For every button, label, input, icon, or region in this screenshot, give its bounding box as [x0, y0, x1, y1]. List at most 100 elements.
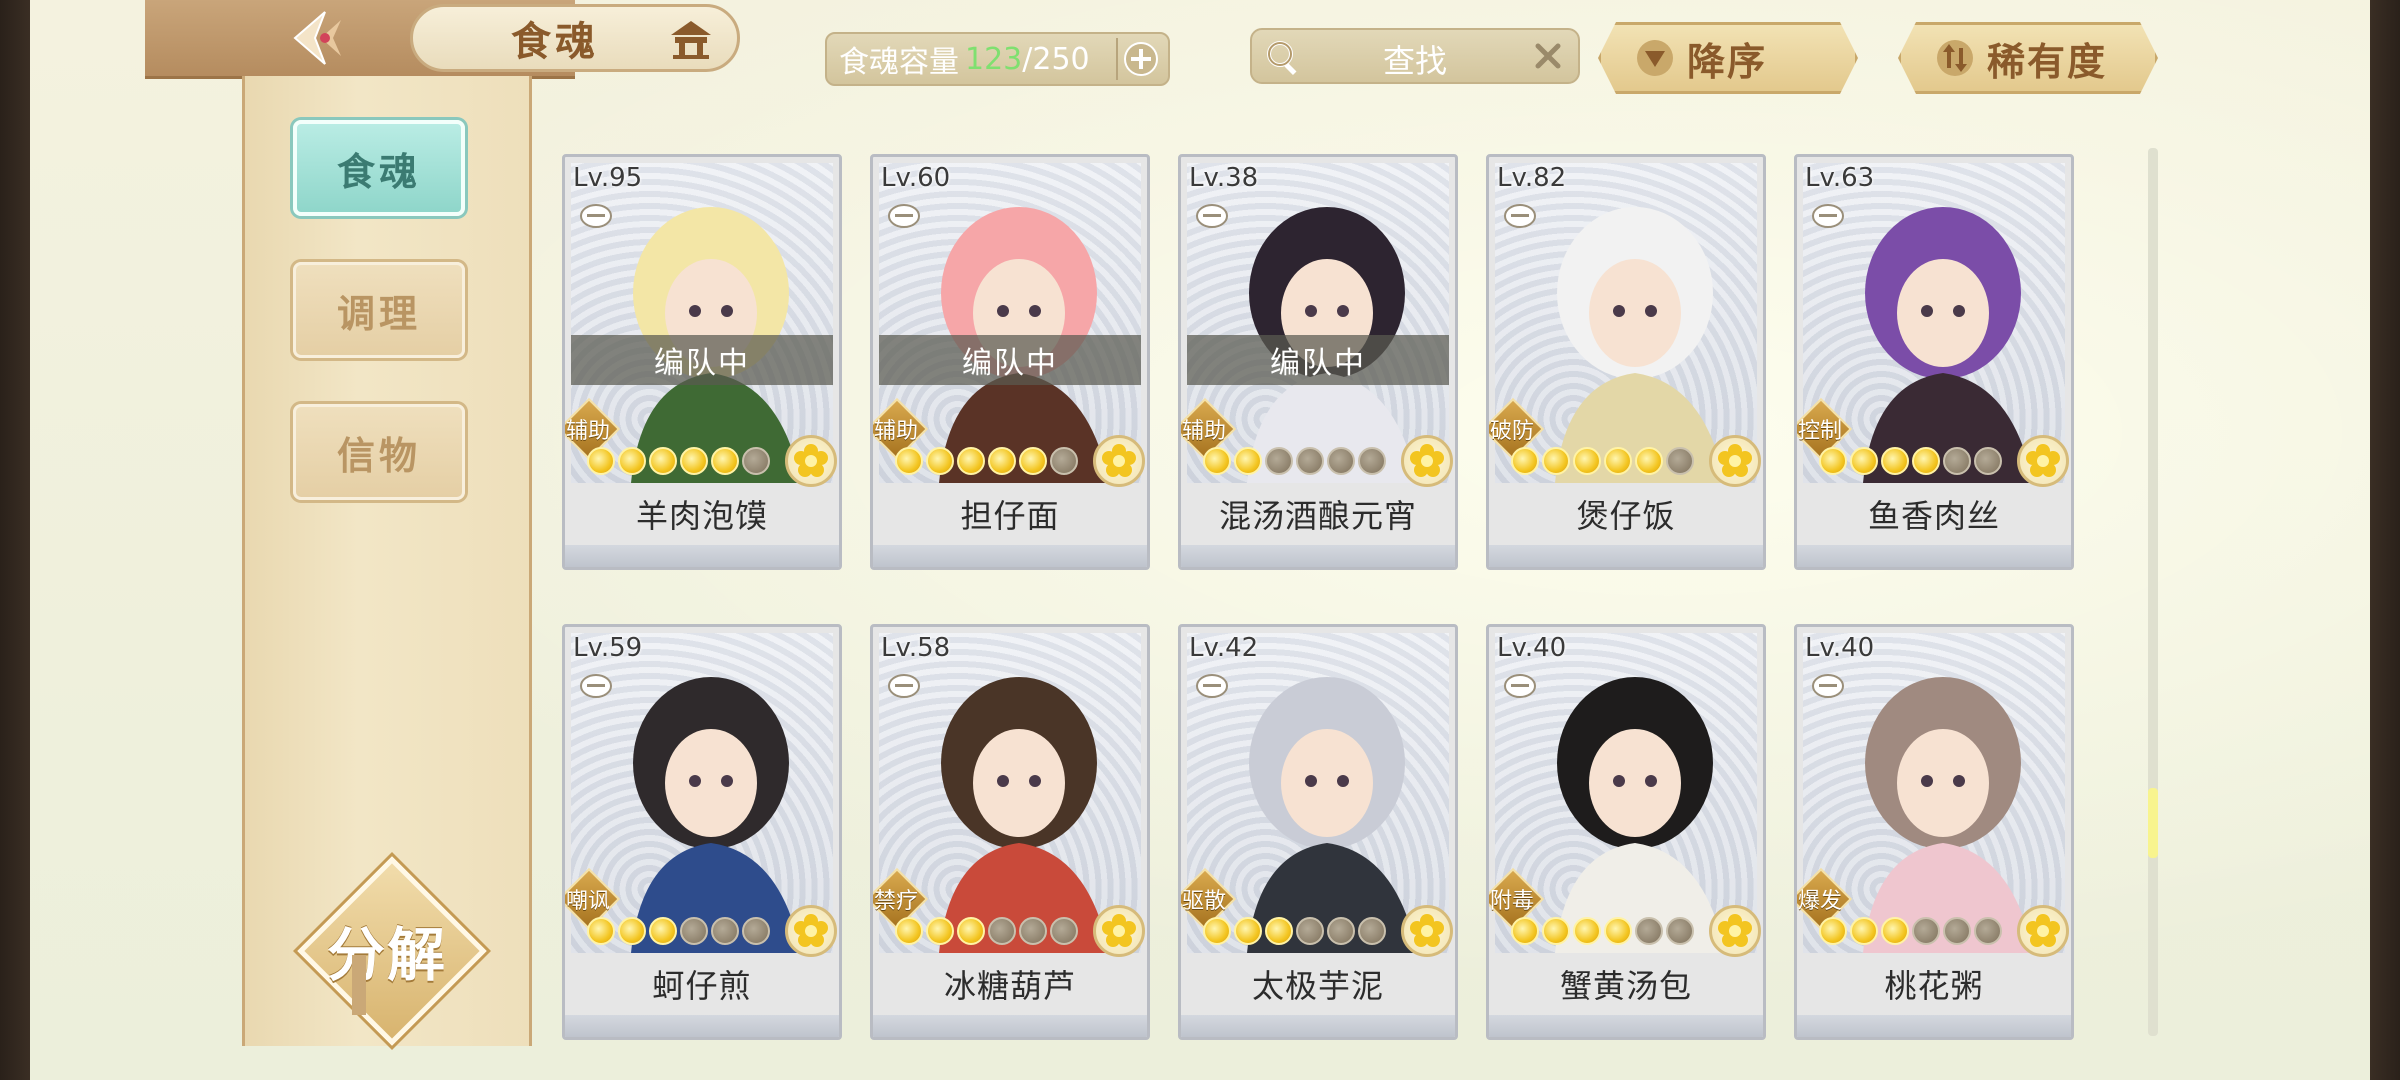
plus-icon	[1124, 42, 1158, 76]
bowl-icon	[580, 204, 612, 228]
star-icon	[711, 917, 739, 945]
rarity-badge	[1401, 905, 1453, 957]
bowl-icon	[888, 204, 920, 228]
food-soul-name: 羊肉泡馍	[635, 497, 768, 535]
star-rating	[895, 447, 1078, 477]
star-rating	[1819, 917, 2002, 947]
food-soul-name: 冰糖葫芦	[943, 967, 1076, 1005]
flower-icon	[1102, 914, 1136, 947]
level-label: Lv.63	[1805, 163, 1875, 193]
level-label: Lv.82	[1497, 163, 1567, 193]
capacity-separator: /	[1022, 41, 1033, 77]
card-footer	[1181, 545, 1455, 567]
food-soul-name: 蟹黄汤包	[1559, 967, 1692, 1005]
role-label: 破防	[1489, 419, 1534, 444]
card-footer	[565, 545, 839, 567]
food-soul-card[interactable]: Lv.42 驱散 太极芋泥	[1178, 624, 1458, 1040]
star-icon	[1604, 917, 1632, 945]
food-soul-card[interactable]: Lv.82 破防 煲仔饭	[1486, 154, 1766, 570]
star-icon	[680, 447, 708, 475]
expand-capacity-button[interactable]	[1116, 38, 1164, 80]
food-soul-card[interactable]: Lv.38 编队中 辅助 混汤酒酿元宵	[1178, 154, 1458, 570]
food-soul-card[interactable]: Lv.60 编队中 辅助 担仔面	[870, 154, 1150, 570]
star-icon	[1542, 447, 1570, 475]
capacity-current: 123	[965, 41, 1023, 77]
search-field[interactable]: 查找	[1250, 28, 1580, 84]
decompose-button[interactable]: 分解	[297, 856, 487, 1046]
star-icon	[957, 447, 985, 475]
star-icon	[895, 917, 923, 945]
flower-icon	[794, 444, 828, 477]
card-footer	[873, 1015, 1147, 1037]
flower-icon	[794, 914, 828, 947]
star-icon	[649, 917, 677, 945]
rarity-badge	[1401, 435, 1453, 487]
tab-cooking[interactable]: 调理	[293, 262, 465, 358]
star-icon	[680, 917, 708, 945]
rarity-badge	[2017, 905, 2069, 957]
tab-food-souls[interactable]: 食魂	[293, 120, 465, 216]
star-rating	[587, 447, 770, 477]
role-label: 禁疗	[873, 889, 918, 914]
scrollbar[interactable]	[2148, 148, 2158, 1036]
flower-icon	[1718, 444, 1752, 477]
card-footer	[1181, 1015, 1455, 1037]
sort-rarity-label: 稀有度	[1987, 39, 2108, 84]
star-rating	[895, 917, 1078, 947]
star-icon	[1327, 917, 1355, 945]
food-soul-card[interactable]: Lv.40 爆发 桃花粥	[1794, 624, 2074, 1040]
flower-icon	[1102, 444, 1136, 477]
home-button[interactable]	[665, 13, 717, 65]
star-icon	[1666, 447, 1694, 475]
card-footer	[1797, 1015, 2071, 1037]
team-status-badge: 编队中	[879, 335, 1141, 385]
food-soul-card[interactable]: Lv.95 编队中 辅助 羊肉泡馍	[562, 154, 842, 570]
star-icon	[926, 447, 954, 475]
star-icon	[1358, 917, 1386, 945]
star-icon	[1850, 917, 1878, 945]
star-rating	[587, 917, 770, 947]
food-soul-name: 鱼香肉丝	[1867, 497, 2000, 535]
star-icon	[1511, 917, 1539, 945]
capacity-label: 食魂容量	[839, 45, 959, 80]
star-icon	[1881, 447, 1909, 475]
star-icon	[1019, 917, 1047, 945]
star-icon	[1850, 447, 1878, 475]
star-icon	[1542, 917, 1570, 945]
tab-label: 食魂	[336, 149, 421, 194]
scrollbar-thumb[interactable]	[2148, 788, 2158, 858]
sort-rarity-button[interactable]: 稀有度	[1898, 22, 2158, 94]
star-icon	[1635, 447, 1663, 475]
star-icon	[1974, 447, 2002, 475]
role-label: 辅助	[565, 419, 610, 444]
star-icon	[711, 447, 739, 475]
star-icon	[1234, 917, 1262, 945]
role-label: 附毒	[1489, 889, 1534, 914]
flower-icon	[1410, 444, 1444, 477]
screen-edge-right	[2370, 0, 2400, 1080]
star-icon	[1912, 447, 1940, 475]
role-label: 嘲讽	[565, 889, 610, 914]
level-label: Lv.42	[1189, 633, 1259, 663]
rarity-badge	[1709, 435, 1761, 487]
star-icon	[895, 447, 923, 475]
role-label: 爆发	[1797, 889, 1842, 914]
food-soul-card[interactable]: Lv.59 嘲讽 蚵仔煎	[562, 624, 842, 1040]
card-footer	[1797, 545, 2071, 567]
star-icon	[587, 917, 615, 945]
back-button[interactable]	[270, 4, 370, 72]
sort-order-button[interactable]: 降序	[1598, 22, 1858, 94]
star-icon	[1265, 917, 1293, 945]
close-icon[interactable]	[1530, 38, 1566, 74]
card-footer	[1489, 1015, 1763, 1037]
game-screen: 食魂 食魂容量 123 / 250 查找 降序 稀有度 食魂 调理 信物 分解 …	[30, 0, 2370, 1080]
food-soul-card[interactable]: Lv.63 控制 鱼香肉丝	[1794, 154, 2074, 570]
star-icon	[1666, 917, 1694, 945]
tab-tokens[interactable]: 信物	[293, 404, 465, 500]
food-soul-card[interactable]: Lv.58 禁疗 冰糖葫芦	[870, 624, 1150, 1040]
food-soul-card[interactable]: Lv.40 附毒 蟹黄汤包	[1486, 624, 1766, 1040]
star-icon	[1635, 917, 1663, 945]
rarity-badge	[2017, 435, 2069, 487]
bowl-icon	[888, 674, 920, 698]
team-status-badge: 编队中	[571, 335, 833, 385]
